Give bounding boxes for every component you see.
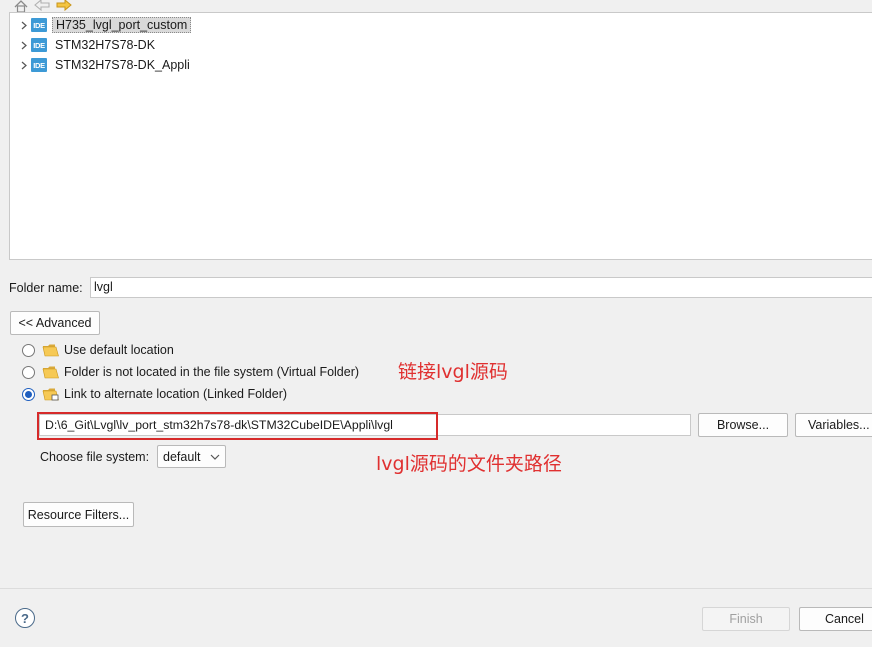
choose-file-system-label: Choose file system: [40, 450, 150, 464]
file-system-value: default [163, 449, 201, 464]
chevron-right-icon[interactable] [18, 36, 30, 54]
link-annotation: 链接lvgl源码 [398, 361, 508, 383]
path-annotation: lvgl源码的文件夹路径 [376, 453, 562, 475]
radio-label: Folder is not located in the file system… [64, 365, 360, 379]
radio-button[interactable] [22, 365, 35, 379]
cancel-button[interactable]: Cancel [799, 607, 872, 631]
tree-item-label: STM32H7S78-DK_Appli [55, 58, 190, 72]
radio-virtual-folder[interactable]: Folder is not located in the file system… [22, 363, 359, 381]
tree-item-stm32h7s78-dk-appli[interactable]: IDE STM32H7S78-DK_Appli [18, 56, 193, 74]
radio-button[interactable] [22, 343, 35, 357]
tree-item-label: STM32H7S78-DK [55, 38, 156, 52]
folder-icon [42, 344, 59, 357]
chevron-right-icon[interactable] [18, 56, 30, 74]
chevron-down-icon [210, 454, 220, 460]
ide-project-icon: IDE [31, 38, 47, 52]
chevron-right-icon[interactable] [18, 16, 30, 34]
finish-button[interactable]: Finish [702, 607, 790, 631]
radio-button-checked[interactable] [22, 387, 35, 401]
radio-label: Link to alternate location (Linked Folde… [64, 387, 288, 401]
resource-filters-button[interactable]: Resource Filters... [23, 502, 134, 527]
footer-separator [0, 588, 872, 589]
tree-item-h735[interactable]: IDE H735_lvgl_port_custom [18, 16, 192, 34]
ide-project-icon: IDE [31, 58, 47, 72]
variables-button[interactable]: Variables... [795, 413, 872, 437]
folder-icon [42, 366, 59, 379]
tree-item-label: H735_lvgl_port_custom [52, 17, 192, 33]
browse-button[interactable]: Browse... [698, 413, 788, 437]
project-tree[interactable]: IDE H735_lvgl_port_custom IDE STM32H7S78… [9, 12, 872, 260]
radio-linked-folder[interactable]: Link to alternate location (Linked Folde… [22, 385, 287, 403]
folder-name-input[interactable]: lvgl [90, 277, 872, 298]
file-system-select[interactable]: default [157, 445, 226, 468]
advanced-button[interactable]: << Advanced [10, 311, 100, 335]
radio-use-default-location[interactable]: Use default location [22, 341, 174, 359]
ide-project-icon: IDE [31, 18, 47, 32]
annotation-highlight-box [37, 412, 438, 440]
tree-navigation [14, 0, 72, 13]
radio-label: Use default location [64, 343, 174, 357]
tree-item-stm32h7s78-dk[interactable]: IDE STM32H7S78-DK [18, 36, 158, 54]
folder-name-label: Folder name: [9, 281, 83, 295]
help-icon[interactable]: ? [15, 608, 35, 628]
linked-folder-icon [42, 388, 59, 401]
